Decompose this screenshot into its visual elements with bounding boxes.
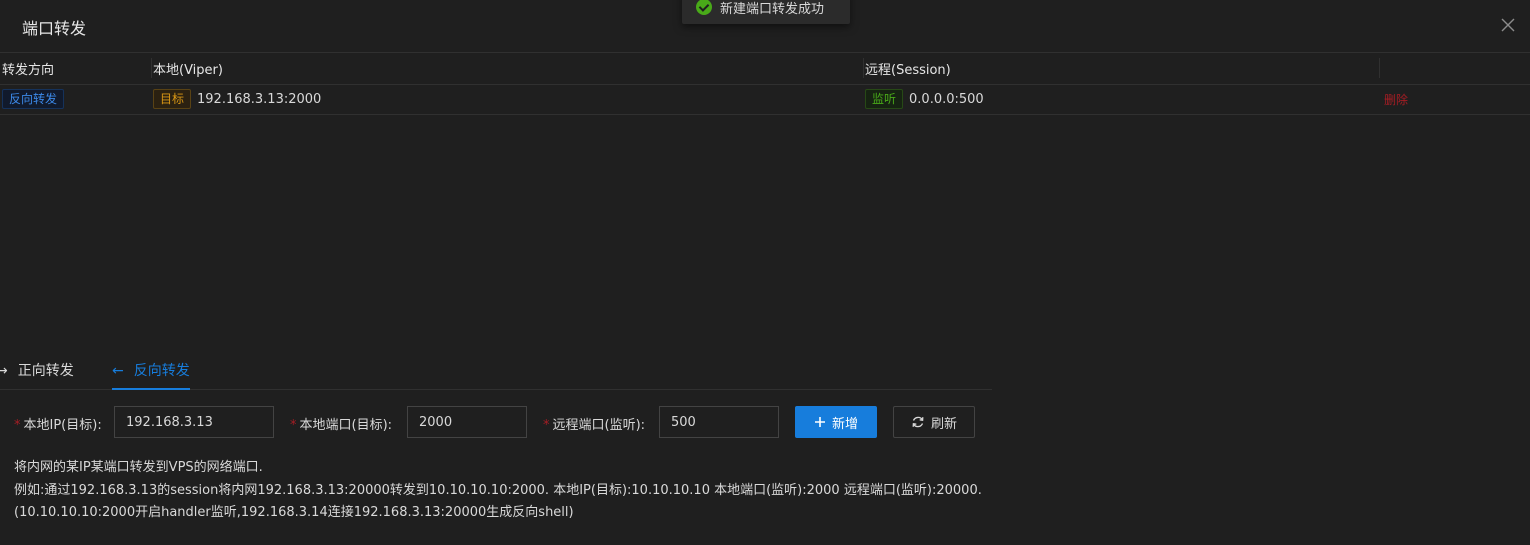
description-line-3: (10.10.10.10:2000开启handler监听,192.168.3.1… bbox=[14, 505, 574, 520]
local-ip-label-text: 本地IP(目标): bbox=[23, 418, 102, 433]
dialog-title: 端口转发 bbox=[22, 19, 87, 38]
column-header-local: 本地(Viper) bbox=[151, 53, 863, 85]
sync-icon bbox=[912, 416, 924, 428]
action-cell: 删除 bbox=[1379, 84, 1530, 115]
arrow-right-icon: → bbox=[0, 363, 8, 379]
remote-port-label: * 远程端口(监听): bbox=[543, 414, 645, 433]
add-button[interactable]: 新增 bbox=[795, 406, 877, 438]
column-header-direction: 转发方向 bbox=[0, 53, 151, 85]
tab-reverse[interactable]: ← 反向转发 bbox=[112, 360, 190, 390]
column-header-remote: 远程(Session) bbox=[863, 53, 1379, 85]
remote-listen-tag: 监听 bbox=[865, 89, 904, 109]
check-circle-icon bbox=[696, 0, 712, 15]
plus-icon bbox=[814, 417, 825, 427]
close-icon[interactable] bbox=[1500, 17, 1516, 33]
local-port-label-text: 本地端口(目标): bbox=[299, 418, 393, 433]
table-row: 反向转发 目标 192.168.3.13:2000 监听 0.0.0.0:500 删… bbox=[0, 84, 1530, 115]
remote-port-input[interactable] bbox=[659, 406, 779, 438]
tab-reverse-label: 反向转发 bbox=[133, 363, 190, 379]
direction-tabs: → 正向转发 ← 反向转发 bbox=[0, 352, 992, 390]
local-cell: 目标 192.168.3.13:2000 bbox=[151, 84, 863, 115]
local-address: 192.168.3.13:2000 bbox=[197, 91, 322, 107]
local-ip-label: * 本地IP(目标): bbox=[14, 414, 102, 433]
local-port-input[interactable] bbox=[407, 406, 527, 438]
success-toast: 新建端口转发成功 bbox=[682, 0, 850, 24]
required-mark: * bbox=[290, 418, 297, 433]
toast-message: 新建端口转发成功 bbox=[720, 1, 825, 17]
local-target-tag: 目标 bbox=[153, 89, 192, 109]
table-header-row: 转发方向 本地(Viper) 远程(Session) bbox=[0, 53, 1530, 85]
remote-address: 0.0.0.0:500 bbox=[909, 91, 984, 107]
tab-forward[interactable]: → 正向转发 bbox=[0, 360, 74, 390]
remote-cell: 监听 0.0.0.0:500 bbox=[863, 84, 1379, 115]
required-mark: * bbox=[14, 418, 21, 433]
direction-tag: 反向转发 bbox=[2, 89, 65, 109]
local-ip-input[interactable] bbox=[114, 406, 274, 438]
add-button-label: 新增 bbox=[831, 416, 858, 432]
description-line-1: 将内网的某IP某端口转发到VPS的网络端口. bbox=[14, 460, 263, 475]
arrow-left-icon: ← bbox=[112, 363, 124, 379]
reverse-forward-form: *本地IP(目标): *本地端口(目标): *远程端口(监听): 新增 刷新 bbox=[0, 406, 992, 438]
forward-table: 转发方向 本地(Viper) 远程(Session) 反向转发 目标 192.16… bbox=[0, 53, 1530, 115]
local-port-label: * 本地端口(目标): bbox=[290, 414, 392, 433]
remote-port-label-text: 远程端口(监听): bbox=[552, 418, 646, 433]
direction-cell: 反向转发 bbox=[0, 84, 151, 115]
refresh-button-label: 刷新 bbox=[930, 416, 957, 432]
description-line-2: 例如:通过192.168.3.13的session将内网192.168.3.13… bbox=[14, 483, 982, 498]
delete-link[interactable]: 删除 bbox=[1384, 93, 1408, 107]
tab-forward-label: 正向转发 bbox=[17, 363, 74, 379]
refresh-button[interactable]: 刷新 bbox=[893, 406, 975, 438]
required-mark: * bbox=[543, 418, 550, 433]
column-header-action bbox=[1379, 53, 1530, 85]
